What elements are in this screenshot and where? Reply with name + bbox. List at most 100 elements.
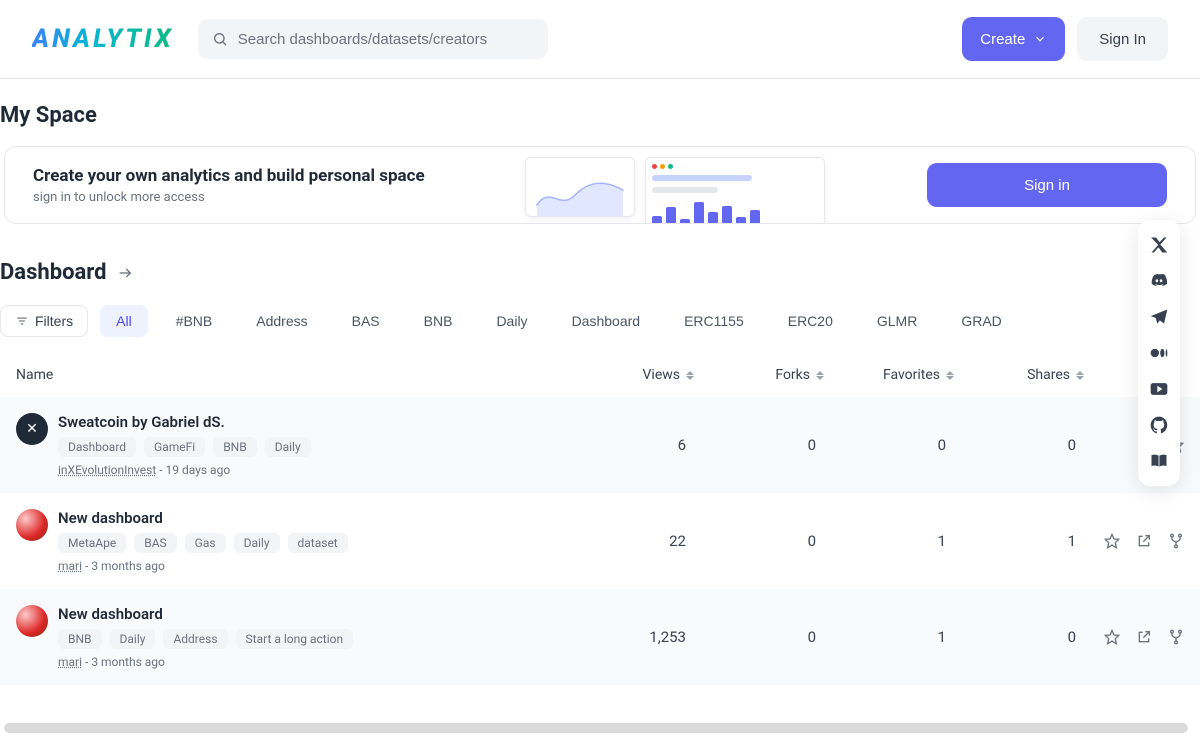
- tag-row: MetaApe BAS Gas Daily dataset: [58, 533, 348, 553]
- tag[interactable]: BNB: [58, 629, 102, 649]
- app-header: ANALYTIX Create Sign In: [0, 0, 1200, 79]
- filters-button[interactable]: Filters: [0, 305, 88, 337]
- row-meta: mari - 3 months ago: [58, 559, 348, 573]
- author-link[interactable]: inXEvolutionInvest: [58, 463, 156, 477]
- filter-chip-glmr[interactable]: GLMR: [861, 305, 933, 337]
- banner-illustration: [525, 157, 825, 224]
- table-row[interactable]: ✕ Sweatcoin by Gabriel dS. Dashboard GameFi…: [0, 397, 1200, 493]
- search-wrap[interactable]: [198, 19, 548, 59]
- shares-cell: 0: [954, 436, 1084, 454]
- author-link[interactable]: mari: [58, 559, 82, 573]
- discord-icon[interactable]: [1148, 270, 1170, 292]
- col-shares[interactable]: Shares: [954, 367, 1084, 383]
- filter-chip-all[interactable]: All: [100, 305, 148, 337]
- row-title[interactable]: Sweatcoin by Gabriel dS.: [58, 413, 311, 431]
- row-main: New dashboard BNB Daily Address Start a long…: [16, 605, 564, 669]
- filter-icon: [15, 314, 29, 328]
- fork-icon[interactable]: [1168, 533, 1184, 549]
- col-forks[interactable]: Forks: [694, 367, 824, 383]
- avatar[interactable]: [16, 605, 48, 637]
- my-space-banner: Create your own analytics and build pers…: [4, 146, 1196, 224]
- sign-in-button[interactable]: Sign In: [1077, 17, 1168, 61]
- forks-cell: 0: [694, 628, 824, 646]
- avatar[interactable]: [16, 509, 48, 541]
- author-link[interactable]: mari: [58, 655, 82, 669]
- row-meta: inXEvolutionInvest - 19 days ago: [58, 463, 311, 477]
- open-icon[interactable]: [1136, 533, 1152, 549]
- arrow-right-icon: [117, 265, 133, 281]
- search-icon: [212, 31, 228, 47]
- table-row[interactable]: New dashboard BNB Daily Address Start a long…: [0, 589, 1200, 685]
- open-icon[interactable]: [1136, 629, 1152, 645]
- filter-chip-dashboard[interactable]: Dashboard: [556, 305, 657, 337]
- filter-chip-daily[interactable]: Daily: [480, 305, 543, 337]
- filter-chip-bnb[interactable]: #BNB: [160, 305, 229, 337]
- tag[interactable]: Address: [163, 629, 227, 649]
- tag[interactable]: Dashboard: [58, 437, 136, 457]
- table-row[interactable]: New dashboard MetaApe BAS Gas Daily dataset ma…: [0, 493, 1200, 589]
- banner-title: Create your own analytics and build pers…: [33, 166, 425, 186]
- create-label: Create: [980, 31, 1025, 48]
- search-input[interactable]: [238, 31, 534, 48]
- dashboard-title: Dashboard: [0, 260, 107, 285]
- row-main: New dashboard MetaApe BAS Gas Daily dataset ma…: [16, 509, 564, 573]
- logo: ANALYTIX: [32, 24, 174, 54]
- illus-dash-card: [645, 157, 825, 224]
- tag[interactable]: Daily: [110, 629, 156, 649]
- forks-cell: 0: [694, 436, 824, 454]
- sort-icon: [1076, 371, 1084, 380]
- filter-chip-erc20[interactable]: ERC20: [772, 305, 849, 337]
- star-icon[interactable]: [1104, 629, 1120, 645]
- avatar[interactable]: ✕: [16, 413, 48, 445]
- chevron-down-icon: [1033, 32, 1047, 46]
- shares-cell: 1: [954, 532, 1084, 550]
- tag[interactable]: Start a long action: [236, 629, 354, 649]
- banner-text: Create your own analytics and build pers…: [33, 166, 425, 205]
- filter-chip-erc1155[interactable]: ERC1155: [668, 305, 760, 337]
- create-button[interactable]: Create: [962, 17, 1065, 61]
- medium-icon[interactable]: [1148, 342, 1170, 364]
- telegram-icon[interactable]: [1148, 306, 1170, 328]
- tag[interactable]: BAS: [134, 533, 176, 553]
- star-icon[interactable]: [1104, 533, 1120, 549]
- x-icon[interactable]: [1148, 234, 1170, 256]
- action-cell: [1084, 533, 1184, 549]
- tag[interactable]: Daily: [234, 533, 280, 553]
- youtube-icon[interactable]: [1148, 378, 1170, 400]
- sort-icon: [816, 371, 824, 380]
- illus-chart-card: [525, 157, 635, 217]
- chips-container: All #BNB Address BAS BNB Daily Dashboard ERC115…: [100, 305, 1200, 337]
- row-meta: mari - 3 months ago: [58, 655, 353, 669]
- horizontal-scrollbar[interactable]: [4, 723, 1188, 733]
- tag[interactable]: Gas: [185, 533, 226, 553]
- social-rail: [1138, 220, 1180, 486]
- fork-icon[interactable]: [1168, 629, 1184, 645]
- row-title[interactable]: New dashboard: [58, 605, 353, 623]
- col-favorites[interactable]: Favorites: [824, 367, 954, 383]
- favorites-cell: 1: [824, 628, 954, 646]
- tag-row: BNB Daily Address Start a long action: [58, 629, 353, 649]
- dashboard-heading[interactable]: Dashboard: [0, 260, 1200, 285]
- views-cell: 1,253: [564, 628, 694, 646]
- filters-label: Filters: [35, 313, 73, 329]
- favorites-cell: 0: [824, 436, 954, 454]
- tag[interactable]: Daily: [265, 437, 311, 457]
- sort-icon: [686, 371, 694, 380]
- tag-row: Dashboard GameFi BNB Daily: [58, 437, 311, 457]
- tag[interactable]: MetaApe: [58, 533, 126, 553]
- table-header: Name Views Forks Favorites Shares: [0, 353, 1200, 397]
- tag[interactable]: GameFi: [144, 437, 205, 457]
- filter-chip-bas[interactable]: BAS: [336, 305, 396, 337]
- book-icon[interactable]: [1148, 450, 1170, 472]
- filter-chip-grad[interactable]: GRAD: [945, 305, 1017, 337]
- filter-chip-bnb[interactable]: BNB: [408, 305, 469, 337]
- col-views[interactable]: Views: [564, 367, 694, 383]
- sort-icon: [946, 371, 954, 380]
- row-title[interactable]: New dashboard: [58, 509, 348, 527]
- tag[interactable]: BNB: [213, 437, 257, 457]
- filter-chip-address[interactable]: Address: [240, 305, 323, 337]
- banner-sign-in-button[interactable]: Sign in: [927, 163, 1167, 207]
- line-chart-icon: [535, 176, 625, 216]
- tag[interactable]: dataset: [288, 533, 348, 553]
- github-icon[interactable]: [1148, 414, 1170, 436]
